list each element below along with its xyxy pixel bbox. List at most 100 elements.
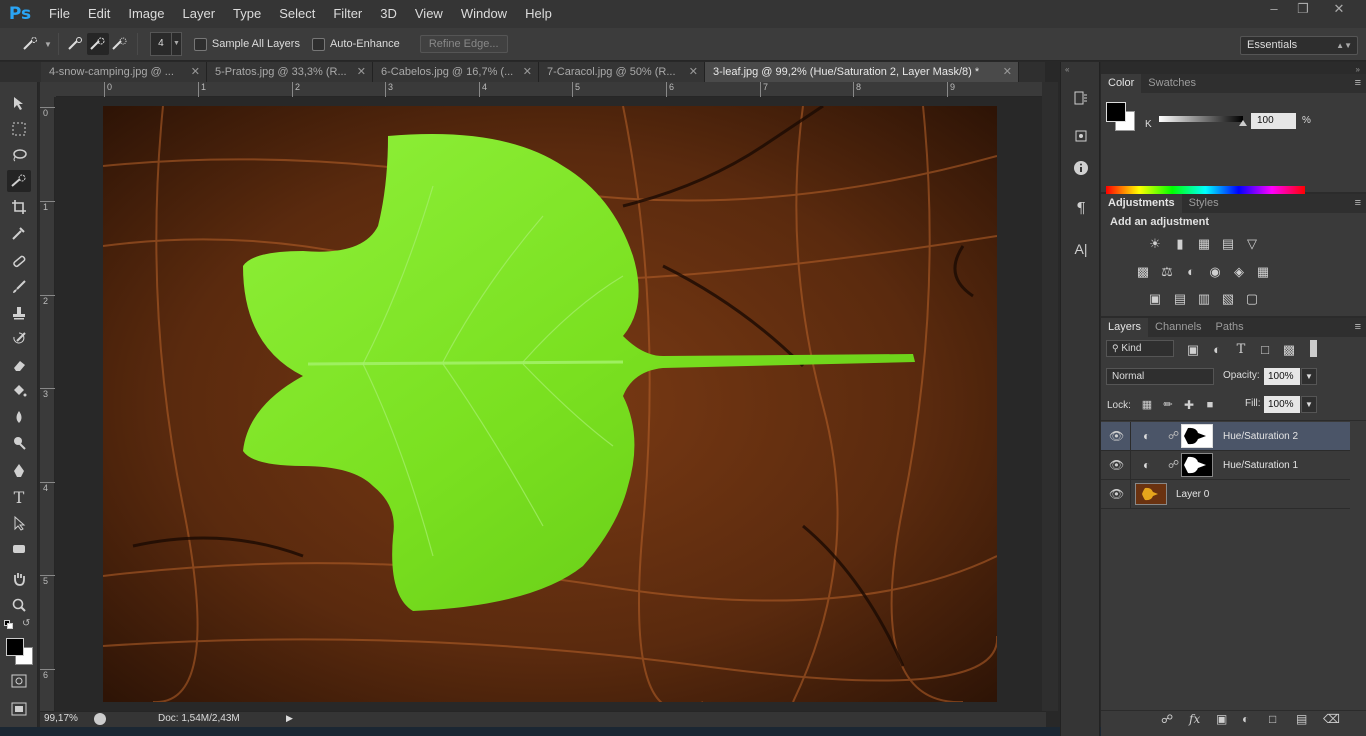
foreground-color-swatch[interactable]	[6, 638, 24, 656]
hand-tool-icon[interactable]	[7, 568, 31, 590]
color-lookup-icon[interactable]: ▦	[1254, 264, 1272, 280]
foreground-color-swatch[interactable]	[1106, 102, 1126, 122]
tab-adjustments[interactable]: Adjustments	[1101, 194, 1182, 213]
brightness-icon[interactable]: ☀	[1146, 236, 1164, 252]
pen-tool-icon[interactable]	[7, 460, 31, 482]
opacity-dropdown-icon[interactable]: ▼	[1301, 368, 1317, 385]
status-menu-arrow-icon[interactable]: ▶	[286, 713, 293, 724]
tab-document-active[interactable]: 3-leaf.jpg @ 99,2% (Hue/Saturation 2, La…	[705, 62, 1019, 82]
close-icon[interactable]: ✕	[191, 62, 200, 82]
color-balance-icon[interactable]: ⚖	[1158, 264, 1176, 280]
clone-stamp-tool-icon[interactable]	[7, 302, 31, 324]
eye-icon[interactable]: 👁	[1109, 429, 1124, 443]
brush-tool-icon[interactable]	[7, 276, 31, 298]
levels-icon[interactable]: ▮	[1171, 236, 1189, 252]
menu-select[interactable]: Select	[270, 0, 324, 28]
eye-icon[interactable]: 👁	[1109, 487, 1124, 501]
close-icon[interactable]: ✕	[689, 62, 698, 82]
link-icon[interactable]: ☍	[1168, 429, 1179, 442]
paragraph-icon[interactable]: ¶	[1069, 196, 1093, 220]
menu-edit[interactable]: Edit	[79, 0, 119, 28]
tab-swatches[interactable]: Swatches	[1141, 74, 1203, 93]
layer-filter-select[interactable]: ⚲ Kind	[1106, 340, 1174, 357]
tab-channels[interactable]: Channels	[1148, 318, 1208, 337]
history-icon[interactable]	[1069, 86, 1093, 110]
lock-image-icon[interactable]: ✏	[1159, 397, 1177, 413]
vertical-scrollbar[interactable]	[1042, 82, 1058, 711]
invert-icon[interactable]: ▣	[1146, 291, 1164, 307]
document-image[interactable]	[103, 106, 997, 702]
panel-menu-icon[interactable]: ≡	[1355, 197, 1361, 209]
menu-window[interactable]: Window	[452, 0, 516, 28]
subtract-from-selection-icon[interactable]	[109, 33, 131, 55]
workspace-select[interactable]: Essentials ▲▼	[1240, 36, 1358, 55]
status-icon[interactable]	[94, 713, 106, 725]
tab-styles[interactable]: Styles	[1182, 194, 1226, 213]
link-icon[interactable]: ☍	[1168, 458, 1179, 471]
dodge-tool-icon[interactable]	[7, 432, 31, 454]
layer-mask-thumbnail[interactable]	[1181, 424, 1213, 448]
filter-shape-icon[interactable]: □	[1256, 342, 1274, 358]
blend-mode-select[interactable]: Normal	[1106, 368, 1214, 385]
new-group-icon[interactable]: □	[1269, 712, 1276, 726]
hue-saturation-icon[interactable]: ▩	[1134, 264, 1152, 280]
ruler-origin[interactable]	[40, 82, 56, 97]
marquee-tool-icon[interactable]	[7, 118, 31, 140]
restore-icon[interactable]: ❐	[1290, 0, 1316, 20]
collapse-arrows-icon[interactable]: »	[1356, 65, 1360, 74]
brush-size-picker[interactable]: 4	[149, 32, 172, 56]
menu-filter[interactable]: Filter	[324, 0, 371, 28]
layer-row[interactable]: 👁 Layer 0	[1101, 480, 1350, 509]
quick-mask-icon[interactable]	[7, 670, 31, 692]
character-icon[interactable]: A|	[1069, 237, 1093, 261]
brush-picker-chevron-icon[interactable]: ▼	[171, 32, 182, 56]
layer-mask-thumbnail[interactable]	[1181, 453, 1213, 477]
lock-transparent-icon[interactable]: ▦	[1138, 397, 1156, 413]
layer-thumbnail[interactable]	[1135, 483, 1167, 505]
default-colors-icon[interactable]	[4, 620, 14, 630]
panel-menu-icon[interactable]: ≡	[1355, 77, 1361, 89]
vertical-ruler[interactable]: 0 1 2 3 4 5 6	[40, 97, 55, 711]
auto-enhance-checkbox[interactable]	[311, 37, 325, 51]
zoom-tool-icon[interactable]	[7, 594, 31, 616]
threshold-icon[interactable]: ▥	[1195, 291, 1213, 307]
exposure-icon[interactable]: ▤	[1219, 236, 1237, 252]
menu-file[interactable]: File	[40, 0, 79, 28]
layer-row[interactable]: 👁 ◐ ☍ Hue/Saturation 2	[1101, 422, 1350, 451]
posterize-icon[interactable]: ▤	[1171, 291, 1189, 307]
fill-dropdown-icon[interactable]: ▼	[1301, 396, 1317, 413]
menu-type[interactable]: Type	[224, 0, 270, 28]
fx-icon[interactable]: fx	[1189, 712, 1200, 726]
history-brush-tool-icon[interactable]	[7, 328, 31, 350]
close-icon[interactable]: ✕	[1003, 62, 1012, 82]
close-icon[interactable]: ✕	[523, 62, 532, 82]
new-adjustment-icon[interactable]: ◐	[1242, 712, 1249, 726]
k-slider[interactable]	[1159, 116, 1243, 122]
tab-document[interactable]: 5-Pratos.jpg @ 33,3% (R... ✕	[207, 62, 373, 82]
tab-document[interactable]: 7-Caracol.jpg @ 50% (R... ✕	[539, 62, 705, 82]
filter-smart-object-icon[interactable]: ▩	[1280, 342, 1298, 358]
opacity-input[interactable]: 100%	[1264, 368, 1300, 385]
close-icon[interactable]: ✕	[1326, 0, 1352, 20]
path-selection-tool-icon[interactable]	[7, 512, 31, 534]
tab-paths[interactable]: Paths	[1209, 318, 1251, 337]
lock-position-icon[interactable]: ✚	[1180, 397, 1198, 413]
link-layers-icon[interactable]: ☍	[1161, 712, 1173, 726]
menu-3d[interactable]: 3D	[371, 0, 406, 28]
fill-input[interactable]: 100%	[1264, 396, 1300, 413]
screen-mode-icon[interactable]	[7, 698, 31, 720]
menu-image[interactable]: Image	[119, 0, 173, 28]
black-white-icon[interactable]: ◐	[1182, 264, 1200, 280]
healing-brush-tool-icon[interactable]	[7, 250, 31, 272]
horizontal-ruler[interactable]: 0 1 2 3 4 5 6 7 8 9	[56, 82, 1042, 97]
tab-document[interactable]: 6-Cabelos.jpg @ 16,7% (... ✕	[373, 62, 539, 82]
quick-selection-tool-icon[interactable]	[7, 170, 31, 192]
new-layer-icon[interactable]: ▤	[1296, 712, 1307, 726]
add-mask-icon[interactable]: ▣	[1216, 712, 1227, 726]
panel-menu-icon[interactable]: ≡	[1355, 321, 1361, 333]
blur-tool-icon[interactable]	[7, 406, 31, 428]
paint-bucket-tool-icon[interactable]	[7, 380, 31, 402]
minimize-icon[interactable]: –	[1261, 0, 1287, 20]
curves-icon[interactable]: ▦	[1195, 236, 1213, 252]
tab-document[interactable]: 4-snow-camping.jpg @ ... ✕	[41, 62, 207, 82]
